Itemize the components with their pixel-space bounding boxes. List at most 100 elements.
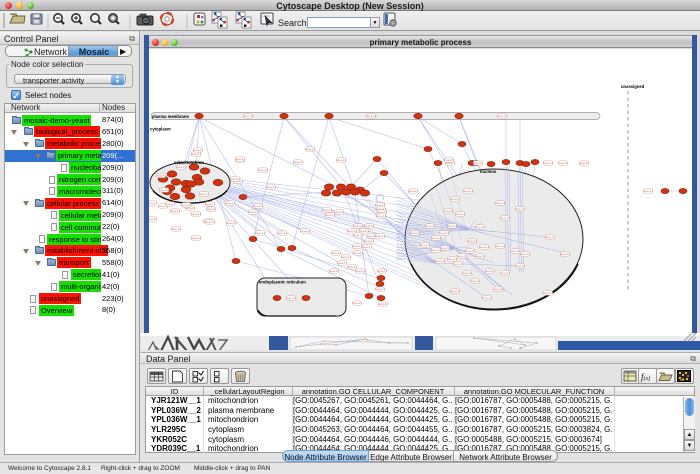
svg-text:Gene-A 1: Gene-A 1 xyxy=(325,214,336,217)
svg-text:Gene-A 1: Gene-A 1 xyxy=(410,232,421,235)
svg-text:Gene-A 1: Gene-A 1 xyxy=(479,246,490,249)
svg-text:Gene-A 1: Gene-A 1 xyxy=(375,235,386,238)
svg-text:Gene-A 1: Gene-A 1 xyxy=(376,215,387,218)
svg-text:Gene-A 1: Gene-A 1 xyxy=(445,162,456,165)
svg-text:Gene-A 1: Gene-A 1 xyxy=(579,162,590,165)
svg-text:Gene-A 1: Gene-A 1 xyxy=(193,149,204,152)
svg-text:plasma membrane: plasma membrane xyxy=(152,114,189,119)
svg-text:Gene-A 1: Gene-A 1 xyxy=(205,203,216,206)
svg-text:Gene-A 1: Gene-A 1 xyxy=(165,203,176,206)
svg-text:Gene-A 1: Gene-A 1 xyxy=(353,234,364,237)
svg-text:Gene-A 1: Gene-A 1 xyxy=(248,211,259,214)
svg-text:Gene-A 1: Gene-A 1 xyxy=(462,272,473,275)
svg-text:Gene-A 1: Gene-A 1 xyxy=(185,207,196,210)
svg-text:Gene-A 1: Gene-A 1 xyxy=(293,161,304,164)
svg-text:Gene-A 1: Gene-A 1 xyxy=(362,246,373,249)
svg-text:Gene-A 1: Gene-A 1 xyxy=(377,270,388,273)
svg-text:Gene-A 1: Gene-A 1 xyxy=(191,237,202,240)
svg-text:Gene-A 1: Gene-A 1 xyxy=(331,252,342,255)
svg-text:Gene-A 1: Gene-A 1 xyxy=(485,270,496,273)
svg-text:f(x): f(x) xyxy=(641,372,650,382)
svg-text:Gene-A 1: Gene-A 1 xyxy=(230,178,241,181)
svg-text:Gene-A 1: Gene-A 1 xyxy=(347,230,358,233)
svg-text:Gene-A 1: Gene-A 1 xyxy=(470,280,481,283)
svg-text:Gene-A 1: Gene-A 1 xyxy=(156,175,167,178)
svg-text:Gene-A 1: Gene-A 1 xyxy=(482,297,493,300)
svg-text:Gene-A 1: Gene-A 1 xyxy=(450,290,461,293)
svg-text:Gene-A 1: Gene-A 1 xyxy=(191,213,202,216)
svg-text:Gene-A 1: Gene-A 1 xyxy=(375,288,386,291)
svg-text:Gene-A 1: Gene-A 1 xyxy=(300,230,311,233)
svg-text:Gene-A 1: Gene-A 1 xyxy=(457,255,468,258)
svg-text:Gene-A 1: Gene-A 1 xyxy=(500,272,511,275)
svg-text:Gene-A 1: Gene-A 1 xyxy=(159,189,170,192)
svg-text:Gene-A 1: Gene-A 1 xyxy=(205,221,216,224)
svg-text:Gene-A 1: Gene-A 1 xyxy=(475,255,486,258)
svg-text:Gene-A 1: Gene-A 1 xyxy=(334,211,345,214)
svg-text:Gene-A 1: Gene-A 1 xyxy=(353,252,364,255)
svg-text:Gene-A 1: Gene-A 1 xyxy=(463,190,474,193)
svg-text:Gene-A 1: Gene-A 1 xyxy=(440,247,451,250)
svg-text:Gene-A 1: Gene-A 1 xyxy=(375,204,386,207)
svg-text:Gene-A 1: Gene-A 1 xyxy=(447,225,458,228)
svg-text:Gene-A 1: Gene-A 1 xyxy=(364,225,375,228)
svg-text:Gene-A 1: Gene-A 1 xyxy=(495,202,506,205)
svg-text:Gene-A 1: Gene-A 1 xyxy=(322,209,333,212)
svg-text:Gene-A 1: Gene-A 1 xyxy=(199,193,210,196)
svg-text:Gene-A 1: Gene-A 1 xyxy=(277,232,288,235)
svg-text:Gene-A 1: Gene-A 1 xyxy=(353,225,364,228)
svg-text:Gene-A 1: Gene-A 1 xyxy=(543,292,554,295)
svg-text:Gene-A 1: Gene-A 1 xyxy=(305,148,316,151)
svg-text:Gene-A 1: Gene-A 1 xyxy=(473,162,484,165)
svg-text:Gene-A 1: Gene-A 1 xyxy=(359,230,370,233)
svg-text:Gene-A 1: Gene-A 1 xyxy=(447,258,458,261)
svg-text:Gene-A 1: Gene-A 1 xyxy=(493,288,504,291)
svg-text:Gene-A 1: Gene-A 1 xyxy=(643,190,654,193)
svg-text:Gene-A 1: Gene-A 1 xyxy=(286,297,297,300)
svg-text:Gene-A 1: Gene-A 1 xyxy=(235,158,246,161)
svg-text:Gene-A 1: Gene-A 1 xyxy=(431,249,442,252)
svg-text:Gene-A 1: Gene-A 1 xyxy=(465,250,476,253)
svg-text:Gene-A 1: Gene-A 1 xyxy=(366,115,377,118)
svg-text:Gene-A 1: Gene-A 1 xyxy=(475,226,486,229)
svg-text:Gene-A 1: Gene-A 1 xyxy=(336,159,347,162)
svg-text:Gene-A 1: Gene-A 1 xyxy=(560,253,571,256)
svg-text:Gene-A 1: Gene-A 1 xyxy=(337,262,348,265)
svg-text:Gene-A 1: Gene-A 1 xyxy=(431,237,442,240)
svg-text:Gene-A 1: Gene-A 1 xyxy=(352,302,363,305)
svg-text:cytoplasm: cytoplasm xyxy=(150,127,171,132)
svg-text:Gene-A 1: Gene-A 1 xyxy=(378,303,389,306)
svg-text:Gene-A 1: Gene-A 1 xyxy=(495,245,506,248)
svg-text:Gene-A 1: Gene-A 1 xyxy=(558,162,569,165)
svg-text:Gene-A 1: Gene-A 1 xyxy=(515,265,526,268)
svg-text:mitochondrion: mitochondrion xyxy=(174,160,204,165)
svg-text:nucleus: nucleus xyxy=(480,169,497,174)
svg-text:Gene-A 1: Gene-A 1 xyxy=(515,208,526,211)
svg-text:Gene-A 1: Gene-A 1 xyxy=(467,240,478,243)
svg-text:endoplasmic reticulum: endoplasmic reticulum xyxy=(259,280,306,285)
svg-text:Gene-A 1: Gene-A 1 xyxy=(444,159,455,162)
svg-text:Gene-A 1: Gene-A 1 xyxy=(355,270,366,273)
svg-text:Gene-A 1: Gene-A 1 xyxy=(500,217,511,220)
svg-text:Gene-A 1: Gene-A 1 xyxy=(450,198,461,201)
svg-text:Gene-A 1: Gene-A 1 xyxy=(149,218,158,221)
svg-text:Gene-A 1: Gene-A 1 xyxy=(543,162,554,165)
svg-text:Gene-A 1: Gene-A 1 xyxy=(408,190,419,193)
svg-text:Gene-A 1: Gene-A 1 xyxy=(181,204,192,207)
svg-text:Gene-A 1: Gene-A 1 xyxy=(258,169,269,172)
svg-text:Gene-A 1: Gene-A 1 xyxy=(347,266,358,269)
svg-text:Gene-A 1: Gene-A 1 xyxy=(171,228,182,231)
svg-text:Gene-A 1: Gene-A 1 xyxy=(443,210,454,213)
svg-text:Gene-A 1: Gene-A 1 xyxy=(497,115,508,118)
svg-text:Gene-A 1: Gene-A 1 xyxy=(191,153,202,156)
svg-text:Gene-A 1: Gene-A 1 xyxy=(255,232,266,235)
svg-text:unassigned: unassigned xyxy=(621,84,645,89)
svg-text:Gene-A 1: Gene-A 1 xyxy=(364,240,375,243)
svg-text:Gene-A 1: Gene-A 1 xyxy=(455,213,466,216)
svg-text:Gene-A 1: Gene-A 1 xyxy=(545,236,556,239)
svg-text:Gene-A 1: Gene-A 1 xyxy=(453,263,464,266)
svg-text:Gene-A 1: Gene-A 1 xyxy=(243,115,254,118)
svg-text:Gene-A 1: Gene-A 1 xyxy=(329,270,340,273)
svg-text:Gene-A 1: Gene-A 1 xyxy=(225,202,236,205)
svg-text:Gene-A 1: Gene-A 1 xyxy=(520,253,531,256)
